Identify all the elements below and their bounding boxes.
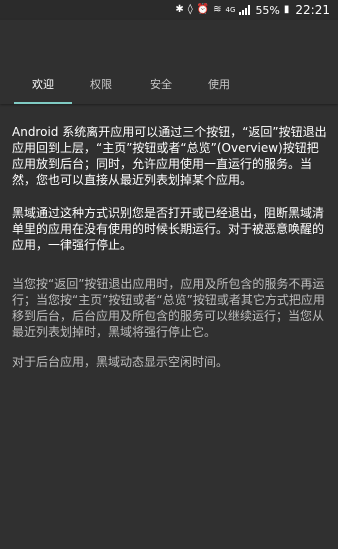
wifi-icon: ≋ bbox=[213, 4, 222, 15]
signal-icon bbox=[239, 5, 251, 15]
idle-time-paragraph: 对于后台应用，黑域动态显示空闲时间。 bbox=[12, 355, 229, 369]
status-bar: ✱ ◊ ⏰ ≋ 4G 55% ▮ 22:21 bbox=[0, 0, 338, 20]
intro-paragraph: Android 系统离开应用可以通过三个按钮，“返回”按钮退出应用回到上层，“主… bbox=[12, 125, 327, 187]
behavior-paragraph: 当您按“返回”按钮退出应用时，应用及所包含的服务不再运行；当您按“主页”按钮或者… bbox=[12, 277, 325, 339]
battery-icon: ▮ bbox=[283, 4, 290, 15]
lte-icon: 4G bbox=[225, 6, 236, 14]
mute-icon: ◊ bbox=[187, 4, 193, 15]
app-header: 欢迎 权限 安全 使用 bbox=[0, 20, 338, 104]
status-icons: ✱ ◊ ⏰ ≋ 4G 55% ▮ 22:21 bbox=[175, 2, 330, 18]
tab-permissions[interactable]: 权限 bbox=[72, 76, 130, 104]
alarm-icon: ⏰ bbox=[196, 4, 210, 15]
battery-percentage: 55% bbox=[255, 3, 280, 17]
active-tab-indicator bbox=[14, 102, 72, 104]
tab-welcome[interactable]: 欢迎 bbox=[14, 76, 72, 104]
tab-security[interactable]: 安全 bbox=[132, 76, 190, 104]
tab-usage[interactable]: 使用 bbox=[190, 76, 248, 104]
detection-paragraph: 黑域通过这种方式识别您是否打开或已经退出，阻断黑域清单里的应用在没有使用的时候长… bbox=[12, 206, 325, 252]
clock: 22:21 bbox=[295, 3, 330, 17]
bluetooth-icon: ✱ bbox=[175, 4, 184, 15]
tab-bar: 欢迎 权限 安全 使用 bbox=[0, 76, 338, 104]
